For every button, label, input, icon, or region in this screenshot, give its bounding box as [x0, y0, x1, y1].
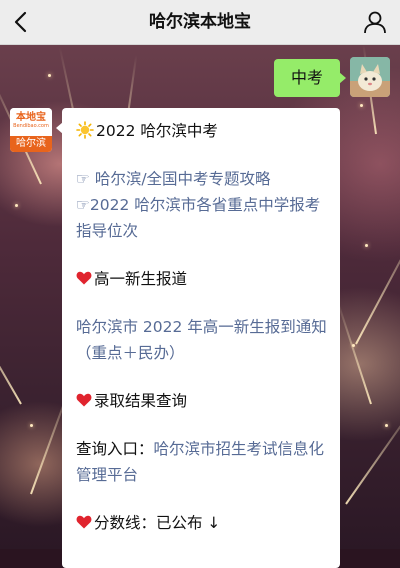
guide-link-row: ☞ 哈尔滨/全国中考专题攻略 [76, 170, 271, 188]
query-label: 查询入口： [76, 440, 154, 458]
my-avatar[interactable] [350, 57, 390, 97]
heart-icon [76, 271, 92, 285]
ranking-link-row: ☞2022 哈尔滨市各省重点中学报考指导位次 [76, 196, 321, 240]
profile-button[interactable] [362, 9, 388, 35]
avatar-city-label: 哈尔滨 [10, 136, 52, 152]
registration-link[interactable]: 哈尔滨市 2022 年高一新生报到通知（重点＋民办） [76, 318, 327, 362]
outgoing-message[interactable]: 中考 [274, 59, 346, 97]
page-title: 哈尔滨本地宝 [149, 12, 251, 32]
section-score-line: 分数线：已公布 ↓ [76, 510, 332, 536]
sun-icon [76, 121, 94, 139]
bendibao-avatar[interactable]: 本地宝 Bendibao.com 哈尔滨 [10, 108, 52, 152]
navbar: 哈尔滨本地宝 [0, 0, 400, 45]
ranking-link[interactable]: 2022 哈尔滨市各省重点中学报考指导位次 [76, 196, 320, 240]
bendibao-logo: 本地宝 Bendibao.com [10, 108, 52, 136]
message-heading: 2022 哈尔滨中考 [76, 118, 332, 144]
heart-icon [76, 393, 92, 407]
registration-link-row: 哈尔滨市 2022 年高一新生报到通知（重点＋民办） [76, 314, 332, 366]
section-registration: 高一新生报道 [76, 266, 332, 292]
incoming-message: 2022 哈尔滨中考 ☞ 哈尔滨/全国中考专题攻略 ☞2022 哈尔滨市各省重点… [56, 108, 340, 568]
query-row: 查询入口：哈尔滨市招生考试信息化管理平台 [76, 436, 332, 488]
section-admission: 录取结果查询 [76, 388, 332, 414]
heart-icon [76, 515, 92, 529]
user-icon [364, 11, 386, 34]
cat-avatar-icon [350, 57, 390, 97]
guide-link[interactable]: 哈尔滨/全国中考专题攻略 [95, 170, 271, 188]
